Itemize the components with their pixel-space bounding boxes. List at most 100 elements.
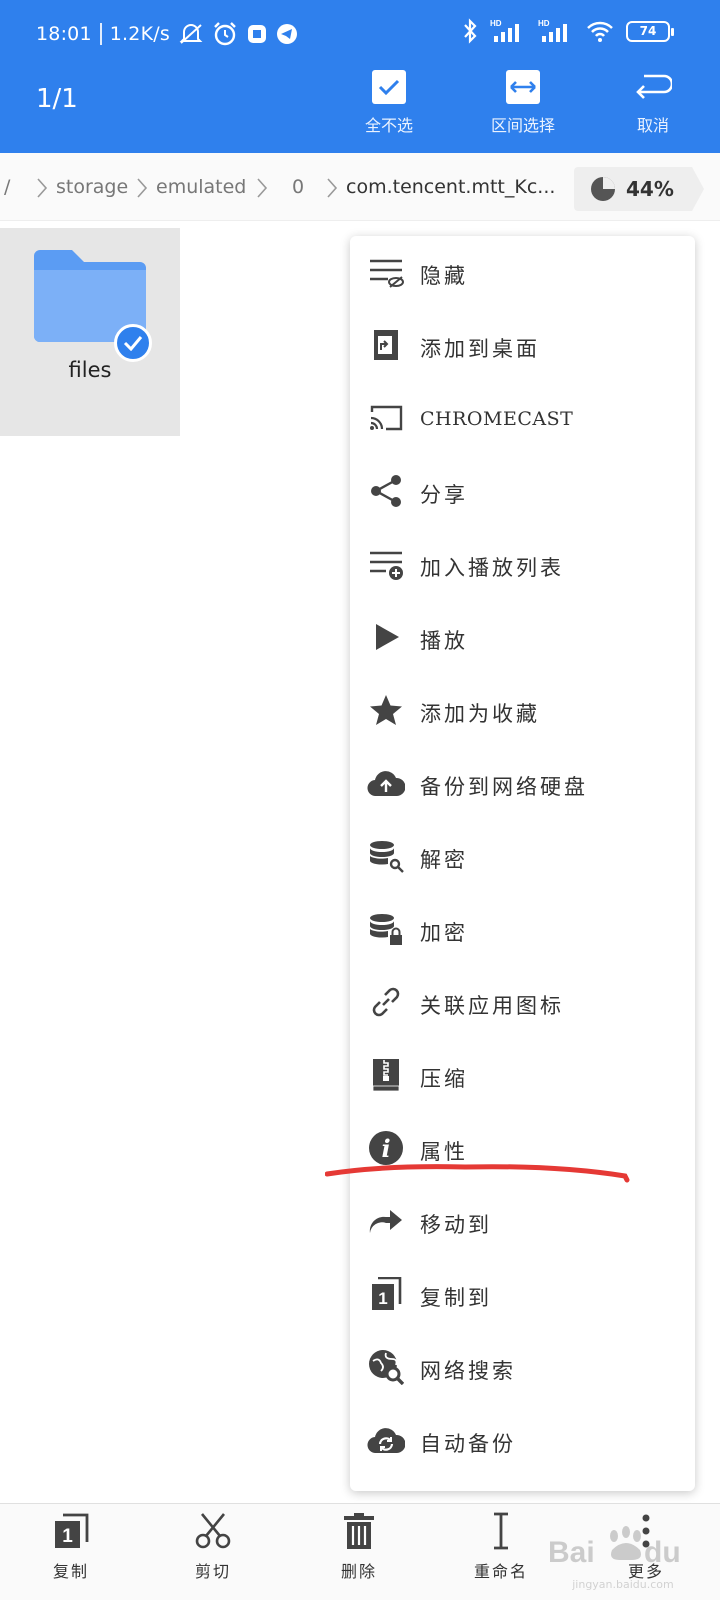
breadcrumb-storage[interactable]: storage <box>56 176 128 198</box>
storage-usage-button[interactable]: 44% <box>574 167 704 211</box>
file-name: files <box>68 358 112 382</box>
pie-chart-icon <box>591 177 615 201</box>
menu-item-backup-cloud[interactable]: 备份到网络硬盘 <box>350 747 695 820</box>
menu-item-hide[interactable]: 隐藏 <box>350 236 695 309</box>
menu-item-label: 加密 <box>420 921 468 945</box>
hide-list-icon <box>366 254 406 290</box>
svg-text:HD: HD <box>490 19 502 28</box>
range-select-button[interactable]: 区间选择 <box>468 70 578 142</box>
add-to-desktop-icon <box>366 327 406 363</box>
chevron-right-icon <box>137 178 148 198</box>
status-right: HD HD 74 <box>462 18 674 44</box>
status-separator <box>99 23 102 45</box>
menu-item-copy-to[interactable]: 1 复制到 <box>350 1258 695 1331</box>
menu-item-auto-backup[interactable]: 自动备份 <box>350 1404 695 1477</box>
app-notification-icon <box>246 23 268 45</box>
menu-item-compress[interactable]: 压缩 <box>350 1039 695 1112</box>
bluetooth-icon <box>462 18 478 44</box>
menu-item-move-to[interactable]: 移动到 <box>350 1185 695 1258</box>
undo-icon <box>634 70 672 104</box>
delete-label: 删除 <box>340 1562 377 1581</box>
checkbox-icon <box>372 70 406 104</box>
menu-item-label: 备份到网络硬盘 <box>420 775 588 799</box>
link-icon <box>366 984 406 1020</box>
archive-icon <box>366 1057 406 1093</box>
battery-indicator: 74 <box>626 20 674 42</box>
chevron-right-icon <box>257 178 268 198</box>
rename-button[interactable]: 重命名 <box>451 1512 551 1598</box>
menu-item-play[interactable]: 播放 <box>350 601 695 674</box>
menu-item-add-to-desktop[interactable]: 添加到桌面 <box>350 309 695 382</box>
menu-item-favorite[interactable]: 添加为收藏 <box>350 674 695 747</box>
menu-item-associate-icon[interactable]: 关联应用图标 <box>350 966 695 1039</box>
cut-button[interactable]: 剪切 <box>163 1512 263 1598</box>
menu-item-label: 复制到 <box>420 1286 492 1310</box>
menu-item-label: 压缩 <box>420 1067 468 1091</box>
move-icon <box>366 1203 406 1239</box>
menu-item-label: 解密 <box>420 848 468 872</box>
copy-icon: 1 <box>55 1513 89 1548</box>
encrypt-icon <box>366 911 406 947</box>
range-select-label: 区间选择 <box>490 116 555 135</box>
decrypt-icon <box>366 838 406 874</box>
cancel-label: 取消 <box>636 116 669 135</box>
menu-item-label: 加入播放列表 <box>420 556 564 580</box>
context-menu: 隐藏 添加到桌面 CHROMECAST 分享 加入播放列表 播放 添加为收藏 备… <box>350 236 695 1491</box>
svg-text:1: 1 <box>62 1526 73 1547</box>
wifi-icon <box>586 19 614 43</box>
file-item-files[interactable]: files <box>0 228 180 436</box>
app-bar: 18:01 1.2K/s HD HD 74 1/1 全不选 区间选择 取消 <box>0 0 720 153</box>
more-button[interactable]: 更多 <box>596 1512 696 1598</box>
signal-hd-2-icon: HD <box>538 18 574 44</box>
alarm-icon <box>212 21 238 47</box>
menu-item-decrypt[interactable]: 解密 <box>350 820 695 893</box>
web-search-icon <box>366 1349 406 1385</box>
rename-label: 重命名 <box>473 1562 528 1581</box>
status-left: 18:01 1.2K/s <box>36 21 298 47</box>
deselect-all-label: 全不选 <box>364 116 413 135</box>
status-net-speed: 1.2K/s <box>109 23 170 45</box>
menu-item-label: 隐藏 <box>420 264 468 288</box>
cut-label: 剪切 <box>194 1562 231 1581</box>
cast-icon <box>366 400 406 436</box>
svg-text:HD: HD <box>538 19 550 28</box>
menu-item-share[interactable]: 分享 <box>350 455 695 528</box>
selection-count: 1/1 <box>36 84 78 114</box>
mute-bell-icon <box>178 22 204 46</box>
playlist-add-icon <box>366 546 406 582</box>
menu-item-label: 添加到桌面 <box>420 337 540 361</box>
menu-item-chromecast[interactable]: CHROMECAST <box>350 382 695 455</box>
breadcrumb-emulated[interactable]: emulated <box>156 176 246 198</box>
info-icon: i <box>366 1130 406 1166</box>
star-icon <box>366 692 406 728</box>
storage-usage-value: 44% <box>626 177 674 201</box>
cancel-button[interactable]: 取消 <box>598 70 708 142</box>
copy-to-icon: 1 <box>366 1276 406 1312</box>
breadcrumb-root[interactable]: / <box>4 176 10 198</box>
delete-button[interactable]: 删除 <box>309 1512 409 1598</box>
status-bar: 18:01 1.2K/s HD HD 74 <box>0 0 720 66</box>
menu-item-encrypt[interactable]: 加密 <box>350 893 695 966</box>
more-label: 更多 <box>627 1562 664 1581</box>
menu-item-label: 分享 <box>420 483 468 507</box>
menu-item-label: 关联应用图标 <box>420 994 564 1018</box>
auto-backup-icon <box>366 1422 406 1458</box>
breadcrumb-current[interactable]: com.tencent.mtt_Kc... <box>346 176 555 198</box>
selected-check-icon <box>114 324 152 362</box>
menu-item-label: 移动到 <box>420 1213 492 1237</box>
status-time: 18:01 <box>36 23 92 45</box>
breadcrumb-0[interactable]: 0 <box>292 176 304 198</box>
chevron-right-icon <box>37 178 48 198</box>
bottom-toolbar: 1 复制 剪切 删除 重命名 更多 <box>0 1503 720 1600</box>
svg-text:1: 1 <box>378 1289 387 1308</box>
copy-button[interactable]: 1 复制 <box>21 1512 121 1598</box>
menu-item-label: 自动备份 <box>420 1432 516 1456</box>
menu-item-web-search[interactable]: 网络搜索 <box>350 1331 695 1404</box>
share-icon <box>366 473 406 509</box>
deselect-all-button[interactable]: 全不选 <box>334 70 444 142</box>
signal-hd-icon: HD <box>490 18 526 44</box>
red-underline-annotation <box>325 1164 630 1183</box>
delete-icon <box>344 1513 374 1549</box>
menu-item-add-to-playlist[interactable]: 加入播放列表 <box>350 528 695 601</box>
more-vert-icon <box>642 1514 650 1548</box>
